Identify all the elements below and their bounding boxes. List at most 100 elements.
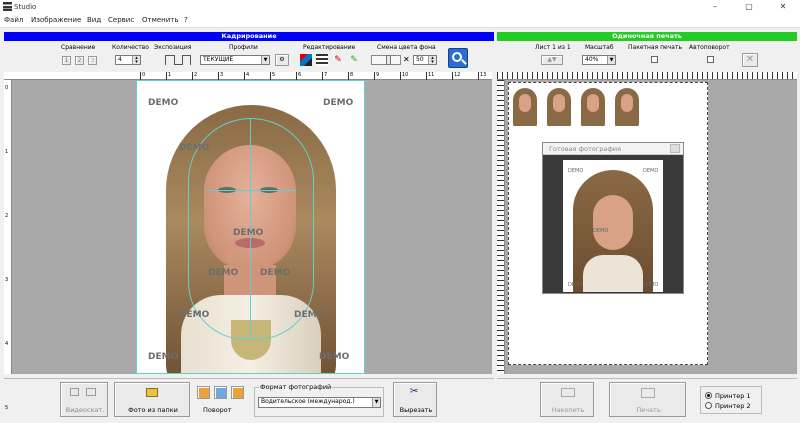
popup-titlebar[interactable]: Готовая фотография (543, 143, 683, 155)
compare-button-1[interactable]: 1 (62, 56, 71, 65)
compare-label: Сравнение (61, 44, 96, 51)
chevron-down-icon: ▼ (607, 56, 615, 64)
cut-button[interactable]: ✂ Вырезать (393, 382, 437, 417)
background-slider[interactable] (371, 55, 401, 65)
ruler-tick (426, 72, 427, 80)
demo-watermark: DEMO (568, 168, 584, 174)
printer1-radio[interactable] (705, 392, 712, 399)
print-thumbnail[interactable] (510, 86, 540, 126)
spin-arrows-icon[interactable]: ▴ ▾ (132, 56, 140, 65)
background-value-stepper[interactable]: 50 ▴ ▾ (413, 55, 437, 65)
print-button[interactable]: Печать (609, 382, 686, 417)
clear-x-icon[interactable]: ✕ (742, 53, 758, 67)
ruler-number: 2 (5, 213, 9, 219)
eye-guide[interactable] (206, 190, 296, 191)
quantity-stepper[interactable]: 4 ▴ ▾ (115, 55, 141, 65)
print-thumbnail[interactable] (612, 86, 642, 126)
popup-close-button[interactable] (670, 144, 680, 153)
printer2-label: Принтер 2 (715, 402, 751, 410)
crop-panel-title: Кадрирование (4, 32, 494, 41)
crop-photo[interactable]: DEMO DEMO DEMO DEMO DEMO DEMO DEMO DEMO … (136, 80, 365, 374)
photo-format-select[interactable]: Водительское (международ.) ▼ (258, 397, 381, 408)
scale-select[interactable]: 40% ▼ (582, 55, 616, 65)
ruler-number: 10 (402, 72, 409, 78)
ready-photo-popup[interactable]: Готовая фотография DEMO DEMO DEMO DEMO D… (542, 142, 684, 294)
rotate-left-icon[interactable] (197, 386, 210, 399)
close-x-icon[interactable]: ✕ (403, 55, 411, 65)
scissors-icon: ✂ (410, 386, 419, 397)
compare-button-2[interactable]: 2 (75, 56, 84, 65)
ruler-number: 6 (298, 72, 302, 78)
menu-view[interactable]: Вид (87, 16, 101, 24)
autorotate-checkbox[interactable] (707, 56, 714, 63)
quantity-value: 4 (118, 56, 122, 63)
radio-dot (707, 394, 710, 397)
flip-icon[interactable] (214, 386, 227, 399)
printer2-radio[interactable] (705, 402, 712, 409)
batch-print-checkbox[interactable] (651, 56, 658, 63)
demo-watermark: DEMO (643, 168, 659, 174)
sheet-nav-arrows[interactable]: ▲▼ (541, 55, 563, 65)
camera-button[interactable]: Видеоскат. (60, 382, 108, 417)
print-thumbnail[interactable] (544, 86, 574, 126)
background-value: 50 (416, 56, 424, 63)
demo-watermark: DEMO (593, 228, 609, 234)
ruler-number: 8 (350, 72, 354, 78)
menu-service[interactable]: Сервис (108, 16, 134, 24)
chevron-down-icon: ▼ (372, 398, 380, 407)
ruler-tick (244, 72, 245, 80)
brush-icon[interactable]: ✎ (332, 54, 344, 66)
print-thumbnail[interactable] (578, 86, 608, 126)
spin-arrows-icon[interactable]: ▴ ▾ (428, 56, 436, 65)
background-slider-thumb[interactable] (386, 55, 391, 65)
photo-format-value: Водительское (международ.) (261, 398, 355, 405)
printer-icon (641, 388, 655, 398)
from-folder-button[interactable]: Фото из папки (114, 382, 190, 417)
ruler-number: 1 (5, 149, 9, 155)
levels-icon[interactable] (316, 54, 328, 66)
menu-undo[interactable]: Отменить (142, 16, 179, 24)
print-label: Печать (636, 406, 661, 414)
close-button[interactable]: ✕ (766, 0, 800, 14)
accumulate-button[interactable]: Накопить (540, 382, 594, 417)
exposure-control[interactable] (165, 55, 191, 65)
chevron-down-icon: ▼ (261, 56, 269, 64)
print-left-ruler (497, 80, 505, 374)
profile-select[interactable]: ТЕКУЩИЕ ▼ (200, 55, 270, 65)
print-top-ruler (497, 72, 797, 80)
ruler-number: 12 (454, 72, 461, 78)
minimize-button[interactable]: – (698, 0, 732, 14)
demo-watermark: DEMO (323, 98, 354, 108)
demo-watermark: DEMO (294, 310, 325, 320)
cut-label: Вырезать (399, 406, 433, 414)
ruler-tick (452, 72, 453, 80)
ruler-number: 4 (5, 341, 9, 347)
profile-value: ТЕКУЩИЕ (203, 56, 234, 63)
ruler-number: 11 (428, 72, 435, 78)
ruler-number: 5 (5, 405, 9, 411)
ruler-tick (166, 72, 167, 80)
thumb-face (553, 94, 565, 112)
maximize-button[interactable]: ▢ (732, 0, 766, 14)
thumb-face (587, 94, 599, 112)
color-palette-icon[interactable] (300, 54, 312, 66)
menu-image[interactable]: Изображение (31, 16, 81, 24)
compare-button-3[interactable]: 3 (88, 56, 97, 65)
demo-watermark: DEMO (179, 143, 210, 153)
demo-watermark: DEMO (179, 310, 210, 320)
menu-file[interactable]: Файл (4, 16, 23, 24)
ruler-number: 3 (5, 277, 9, 283)
pencil-icon[interactable]: ✎ (348, 54, 360, 66)
profile-settings-icon[interactable]: ⚙ (275, 54, 289, 66)
menu-help[interactable]: ? (184, 16, 188, 24)
ruler-tick (192, 72, 193, 80)
app-icon (3, 2, 12, 11)
magnifier-button[interactable] (448, 48, 468, 68)
ready-photo: DEMO DEMO DEMO DEMO DEMO (563, 160, 663, 292)
demo-watermark: DEMO (148, 98, 179, 108)
autorotate-label: Автоповорот (689, 44, 730, 51)
rotate-right-icon[interactable] (231, 386, 244, 399)
rotate-label: Поворот (203, 406, 232, 414)
ruler-number: 3 (220, 72, 224, 78)
monitor-icon (86, 388, 96, 396)
